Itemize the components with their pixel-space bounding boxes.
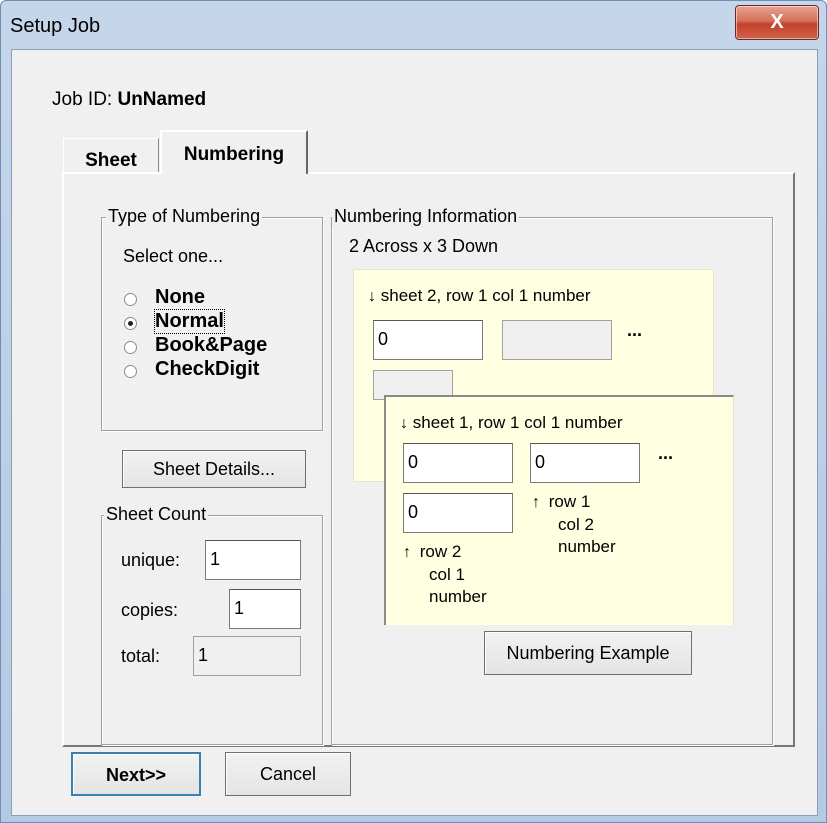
- up-arrow-icon: ↑: [403, 544, 411, 561]
- sheet-2-ellipsis: ...: [627, 320, 643, 340]
- sheet-1-r1c2-input[interactable]: 0: [530, 443, 640, 483]
- row1-col2-line3: number: [558, 537, 616, 556]
- up-arrow-icon: ↑: [532, 494, 540, 511]
- layout-label: 2 Across x 3 Down: [349, 236, 499, 256]
- sheet-2-r1c1-input[interactable]: 0: [373, 320, 483, 360]
- unique-input[interactable]: 1: [205, 540, 301, 580]
- close-button[interactable]: X: [735, 5, 819, 40]
- unique-label: unique:: [121, 550, 181, 570]
- sheet-details-button[interactable]: Sheet Details...: [122, 450, 306, 488]
- next-button[interactable]: Next>>: [71, 752, 201, 796]
- sheet-2-r1c2-input: [502, 320, 612, 360]
- down-arrow-icon: ↓: [400, 415, 408, 432]
- radio-checkdigit-label: CheckDigit: [155, 358, 260, 380]
- numbering-example-button[interactable]: Numbering Example: [484, 631, 692, 675]
- sheet-1-caption: ↓ sheet 1, row 1 col 1 number: [400, 413, 623, 433]
- radio-none-label: None: [155, 286, 205, 308]
- sheet-count-legend: Sheet Count: [104, 504, 209, 525]
- close-icon: X: [770, 11, 784, 33]
- type-of-numbering-legend: Type of Numbering: [106, 206, 263, 227]
- radio-book-page-label: Book&Page: [155, 334, 268, 356]
- down-arrow-icon: ↓: [368, 288, 376, 305]
- copies-label: copies:: [121, 600, 179, 620]
- numbering-information-group: Numbering Information 2 Across x 3 Down …: [331, 206, 773, 745]
- radio-normal-circle[interactable]: [124, 317, 137, 330]
- row1-col2-label: ↑ row 1 col 2 number: [532, 491, 616, 558]
- row2-col1-line3: number: [429, 587, 487, 606]
- numbering-information-legend: Numbering Information: [332, 206, 520, 227]
- job-id-value: UnNamed: [117, 89, 207, 110]
- tab-numbering[interactable]: Numbering: [160, 130, 308, 174]
- title-bar[interactable]: Setup Job X: [1, 1, 827, 49]
- copies-input[interactable]: 1: [229, 589, 301, 629]
- radio-checkdigit-circle[interactable]: [124, 365, 137, 378]
- total-input: 1: [193, 636, 301, 676]
- radio-normal-label: Normal: [154, 309, 225, 334]
- row1-col2-line2: col 2: [558, 515, 594, 534]
- radio-book-page-circle[interactable]: [124, 341, 137, 354]
- sheet-1-ellipsis: ...: [658, 443, 674, 463]
- cancel-button[interactable]: Cancel: [225, 752, 351, 796]
- job-id: Job ID: UnNamed: [52, 89, 206, 111]
- sheet-1-caption-text: sheet 1, row 1 col 1 number: [412, 413, 623, 432]
- row2-col1-label: ↑ row 2 col 1 number: [403, 541, 487, 608]
- setup-job-window: Setup Job X Job ID: UnNamed Sheet Number…: [0, 0, 827, 823]
- sheet-1-card: ↓ sheet 1, row 1 col 1 number 0 0 ... 0 …: [384, 395, 734, 625]
- tab-sheet[interactable]: Sheet: [63, 138, 159, 174]
- sheet-2-caption: ↓ sheet 2, row 1 col 1 number: [368, 286, 591, 306]
- sheet-1-r2c1-input[interactable]: 0: [403, 493, 513, 533]
- select-one-hint: Select one...: [123, 246, 224, 266]
- numbering-tab-panel: Type of Numbering Select one... None Nor…: [62, 172, 795, 747]
- sheet-1-r1c1-input[interactable]: 0: [403, 443, 513, 483]
- row2-col1-line1: row 2: [419, 542, 462, 561]
- total-label: total:: [121, 646, 161, 666]
- sheet-count-group: Sheet Count unique: 1 copies: 1 total: 1: [101, 504, 323, 745]
- type-of-numbering-group: Type of Numbering Select one... None Nor…: [101, 206, 323, 431]
- row1-col2-line1: row 1: [548, 492, 591, 511]
- row2-col1-line2: col 1: [429, 565, 465, 584]
- window-title: Setup Job: [10, 15, 101, 37]
- sheet-2-caption-text: sheet 2, row 1 col 1 number: [380, 286, 591, 305]
- job-id-label: Job ID:: [52, 89, 118, 110]
- radio-none-circle[interactable]: [124, 293, 137, 306]
- dialog-client: Job ID: UnNamed Sheet Numbering Type of …: [11, 49, 818, 816]
